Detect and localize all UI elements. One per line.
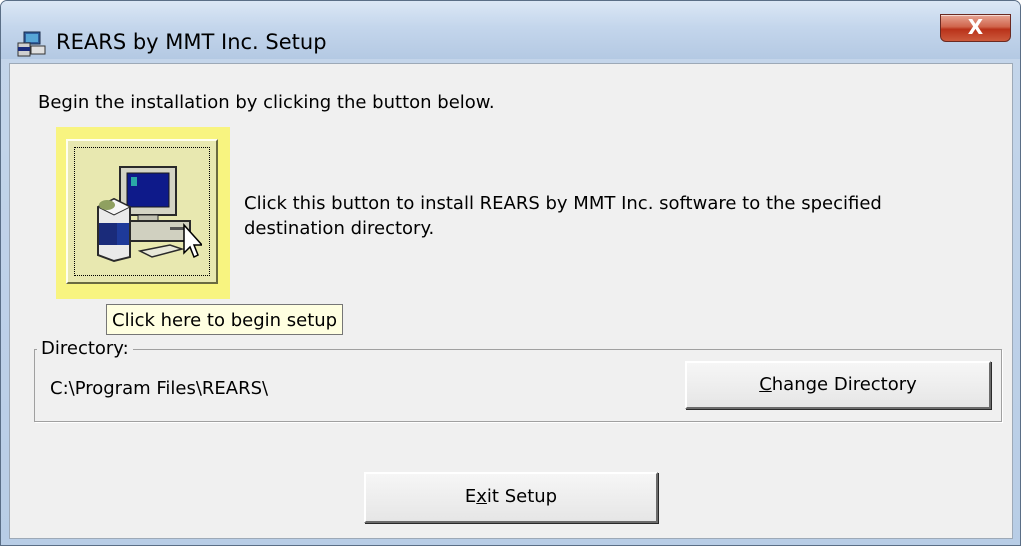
change-directory-label-suffix: hange Directory: [771, 374, 917, 395]
close-icon: X: [967, 15, 984, 39]
install-button-face[interactable]: [66, 139, 218, 284]
close-button[interactable]: X: [940, 14, 1011, 42]
setup-window: REARS by MMT Inc. Setup X Begin the inst…: [0, 0, 1021, 546]
computer-install-icon: [96, 166, 202, 263]
title-bar[interactable]: REARS by MMT Inc. Setup X: [1, 1, 1020, 59]
directory-path: C:\Program Files\REARS\: [50, 378, 269, 399]
change-directory-button[interactable]: Change Directory: [685, 361, 991, 409]
exit-label-suffix: it Setup: [486, 486, 558, 507]
setup-app-icon: [17, 31, 46, 57]
exit-label-prefix: E: [464, 486, 477, 507]
install-button[interactable]: [56, 127, 230, 299]
intro-text: Begin the installation by clicking the b…: [38, 92, 495, 113]
exit-accelerator: x: [476, 486, 487, 507]
dialog-client-area: Begin the installation by clicking the b…: [9, 63, 1013, 539]
directory-groupbox: Directory: C:\Program Files\REARS\ Chang…: [34, 338, 1002, 422]
change-directory-accelerator: C: [759, 374, 772, 395]
directory-label: Directory:: [37, 338, 133, 359]
install-tooltip: Click here to begin setup: [106, 304, 344, 335]
install-description: Click this button to install REARS by MM…: [244, 193, 882, 239]
window-title: REARS by MMT Inc. Setup: [56, 30, 327, 54]
exit-setup-button[interactable]: Exit Setup: [364, 472, 658, 523]
